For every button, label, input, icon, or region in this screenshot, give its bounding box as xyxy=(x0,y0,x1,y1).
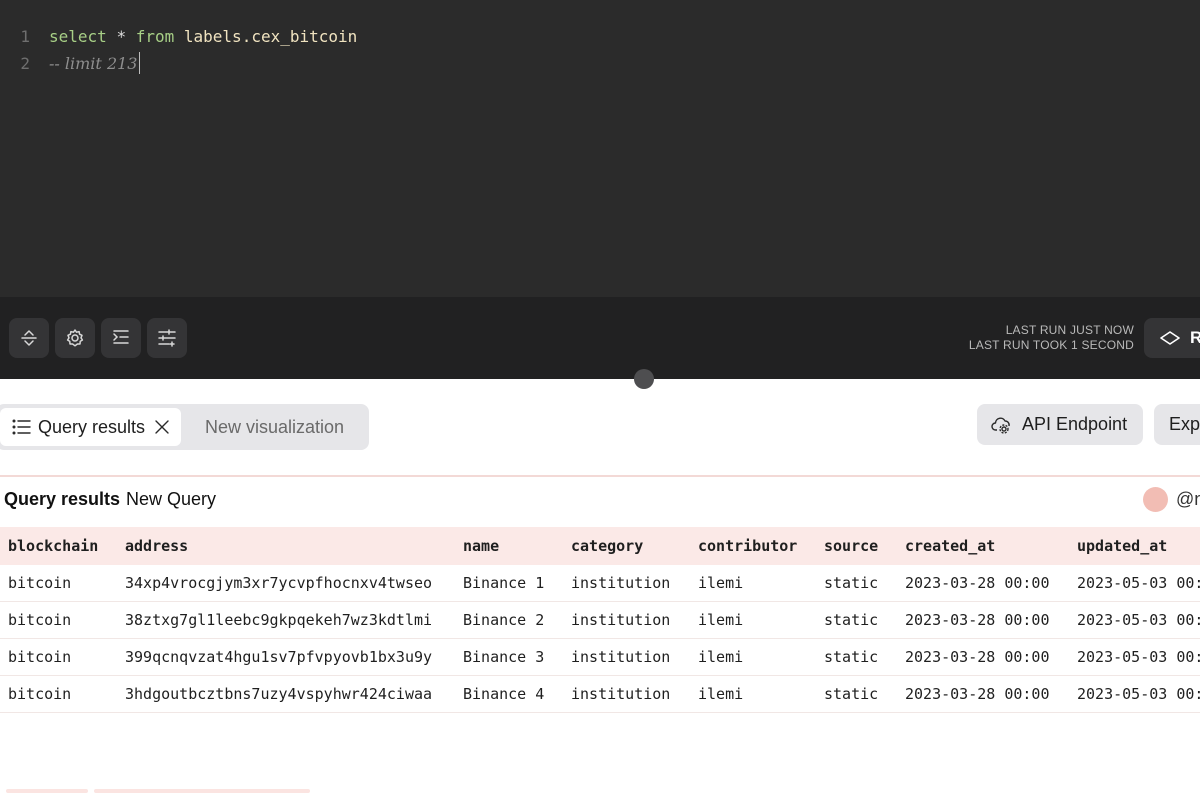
column-header-name[interactable]: name xyxy=(463,527,499,565)
run-button-label: R xyxy=(1190,328,1200,347)
api-endpoint-button[interactable]: API Endpoint xyxy=(977,404,1143,445)
line-number: 1 xyxy=(20,26,30,46)
results-table: blockchain address name category contrib… xyxy=(0,527,1200,713)
divider xyxy=(0,475,1200,477)
operator-star: * xyxy=(116,26,127,46)
code-line-1[interactable]: 1 select * from labels.cex_bitcoin xyxy=(0,23,357,49)
column-header-blockchain[interactable]: blockchain xyxy=(8,527,98,565)
cell-created-at: 2023-03-28 00:00 xyxy=(905,611,1050,629)
cell-category: institution xyxy=(571,611,671,629)
column-header-contributor[interactable]: contributor xyxy=(698,527,797,565)
results-title: Query results xyxy=(4,489,121,509)
cell-category: institution xyxy=(571,648,671,666)
last-run-time: LAST RUN JUST NOW xyxy=(1005,323,1134,337)
keyword-select: select xyxy=(49,26,107,46)
cell-category: institution xyxy=(571,574,671,592)
column-header-created-at[interactable]: created_at xyxy=(905,527,995,565)
cell-address: 3hdgoutbcztbns7uzy4vspyhwr424ciwaa xyxy=(125,685,433,703)
run-button[interactable]: R xyxy=(1144,318,1200,358)
cloud-gear-icon xyxy=(991,417,1010,434)
expand-collapse-icon xyxy=(21,330,37,346)
cell-name: Binance 3 xyxy=(463,648,545,666)
cell-name: Binance 2 xyxy=(463,611,545,629)
code-line-2[interactable]: 2 -- limit 213 xyxy=(0,50,141,76)
tab-label: Query results xyxy=(38,416,146,437)
cell-contributor: ilemi xyxy=(698,648,744,666)
settings-button[interactable] xyxy=(55,318,95,358)
column-header-updated-at[interactable]: updated_at xyxy=(1077,527,1167,565)
sql-comment: -- limit 213 xyxy=(49,53,138,73)
sql-editor[interactable]: 1 select * from labels.cex_bitcoin 2 -- … xyxy=(0,0,1200,297)
cell-updated-at: 2023-05-03 00:00 xyxy=(1077,574,1200,592)
tab-label: New visualization xyxy=(205,416,345,437)
text-cursor xyxy=(139,52,141,74)
cell-updated-at: 2023-05-03 00:00 xyxy=(1077,611,1200,629)
adjust-button[interactable] xyxy=(147,318,187,358)
avatar[interactable] xyxy=(1143,487,1168,512)
cell-created-at: 2023-03-28 00:00 xyxy=(905,574,1050,592)
cell-category: institution xyxy=(571,685,671,703)
cell-contributor: ilemi xyxy=(698,574,744,592)
query-name[interactable]: New Query xyxy=(126,489,216,510)
export-button[interactable]: Exp xyxy=(1154,404,1200,445)
export-label: Exp xyxy=(1169,414,1200,434)
run-diamond-icon xyxy=(1160,331,1180,345)
format-query-button[interactable] xyxy=(101,318,141,358)
sliders-icon xyxy=(158,329,176,347)
list-icon xyxy=(12,419,31,435)
cell-name: Binance 1 xyxy=(463,574,545,592)
table-row: bitcoin 38ztxg7gl1leebc9gkpqekeh7wz3kdtl… xyxy=(0,602,1200,639)
expand-collapse-button[interactable] xyxy=(9,318,49,358)
keyword-from: from xyxy=(135,26,175,46)
cell-name: Binance 4 xyxy=(463,685,545,703)
format-indent-icon xyxy=(113,330,129,344)
tab-query-results[interactable]: Query results xyxy=(0,408,181,446)
cell-updated-at: 2023-05-03 00:00 xyxy=(1077,685,1200,703)
column-header-category[interactable]: category xyxy=(571,527,643,565)
column-header-source[interactable]: source xyxy=(824,527,878,565)
cell-source: static xyxy=(824,611,879,629)
table-row: bitcoin 3hdgoutbcztbns7uzy4vspyhwr424ciw… xyxy=(0,676,1200,713)
cell-address: 34xp4vrocgjym3xr7ycvpfhocnxv4twseo xyxy=(125,574,433,592)
cell-address: 399qcnqvzat4hgu1sv7pfvpyovb1bx3u9y xyxy=(125,648,433,666)
cell-contributor: ilemi xyxy=(698,685,744,703)
cell-blockchain: bitcoin xyxy=(8,685,72,703)
pagination-control[interactable] xyxy=(6,789,88,793)
table-identifier: labels.cex_bitcoin xyxy=(183,26,358,46)
cell-source: static xyxy=(824,574,879,592)
close-icon[interactable] xyxy=(155,420,169,434)
cell-created-at: 2023-03-28 00:00 xyxy=(905,685,1050,703)
table-header: blockchain address name category contrib… xyxy=(0,527,1200,565)
table-row: bitcoin 399qcnqvzat4hgu1sv7pfvpyovb1bx3u… xyxy=(0,639,1200,676)
cell-address: 38ztxg7gl1leebc9gkpqekeh7wz3kdtlmi xyxy=(125,611,433,629)
editor-toolbar: LAST RUN JUST NOW LAST RUN TOOK 1 SECOND… xyxy=(0,297,1200,379)
table-row: bitcoin 34xp4vrocgjym3xr7ycvpfhocnxv4tws… xyxy=(0,565,1200,602)
user-handle[interactable]: @n xyxy=(1176,489,1200,510)
cell-blockchain: bitcoin xyxy=(8,611,72,629)
gear-icon xyxy=(66,329,84,347)
api-endpoint-label: API Endpoint xyxy=(1022,414,1128,434)
result-tabs: Query results New visualization xyxy=(0,404,369,450)
resize-handle[interactable] xyxy=(634,369,654,389)
pagination-control[interactable] xyxy=(94,789,310,793)
cell-updated-at: 2023-05-03 00:00 xyxy=(1077,648,1200,666)
column-header-address[interactable]: address xyxy=(125,527,188,565)
cell-created-at: 2023-03-28 00:00 xyxy=(905,648,1050,666)
tab-new-visualization[interactable]: New visualization xyxy=(205,404,344,450)
cell-contributor: ilemi xyxy=(698,611,744,629)
line-number: 2 xyxy=(20,53,30,73)
cell-blockchain: bitcoin xyxy=(8,574,72,592)
last-run-duration: LAST RUN TOOK 1 SECOND xyxy=(968,338,1134,352)
cell-blockchain: bitcoin xyxy=(8,648,72,666)
last-run-status: LAST RUN JUST NOW LAST RUN TOOK 1 SECOND xyxy=(969,323,1134,353)
cell-source: static xyxy=(824,685,879,703)
cell-source: static xyxy=(824,648,879,666)
